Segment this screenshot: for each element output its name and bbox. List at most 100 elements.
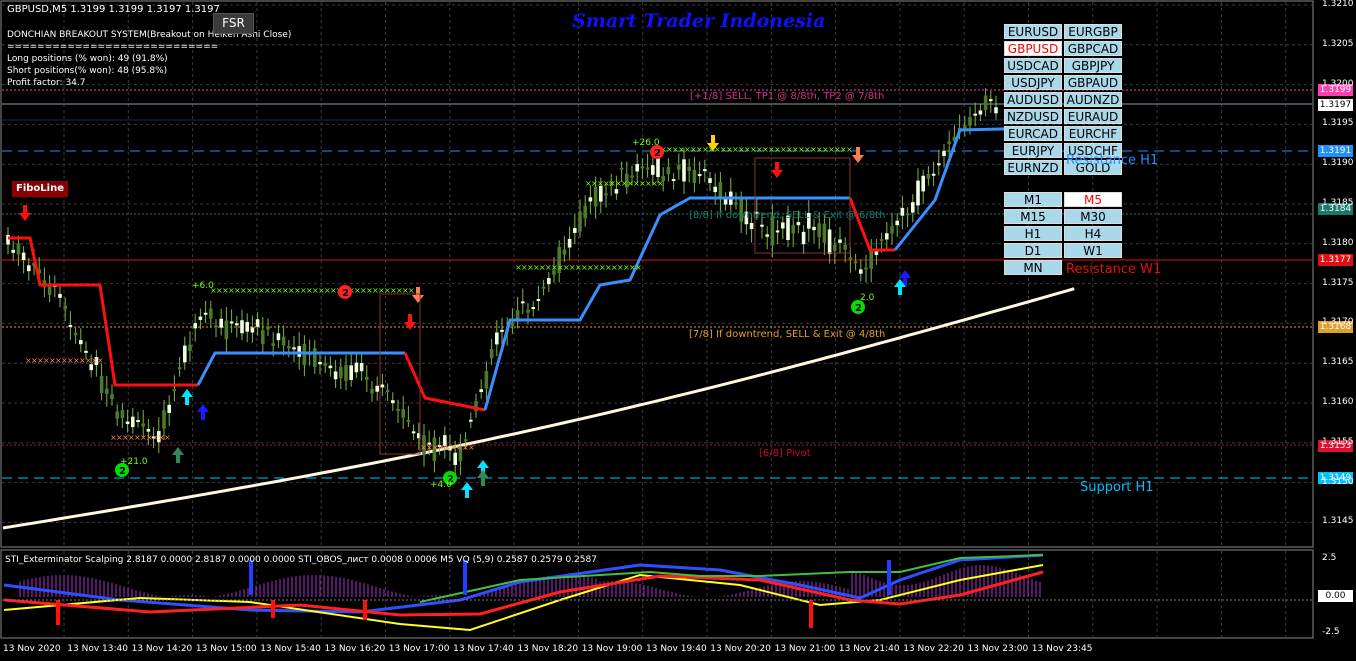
candle-body	[484, 371, 489, 389]
candle-body	[297, 346, 301, 357]
candle-body	[11, 249, 15, 253]
candle-body	[994, 107, 998, 114]
pair-button-eurjpy[interactable]: EURJPY	[1004, 143, 1062, 158]
candle-body	[853, 261, 858, 264]
candle-body	[677, 164, 681, 170]
candle-body	[895, 220, 899, 226]
candle-body	[292, 347, 296, 350]
candle-body	[287, 346, 291, 349]
timeframe-button-h4[interactable]: H4	[1064, 226, 1122, 241]
pair-button-eurgbp[interactable]: EURGBP	[1064, 24, 1122, 39]
pair-button-euraud[interactable]: EURAUD	[1064, 109, 1122, 124]
candle-body	[255, 319, 260, 327]
candle-body	[812, 226, 816, 231]
timeframe-button-h1[interactable]: H1	[1004, 226, 1062, 241]
signal-label: +4.0	[430, 480, 452, 490]
candle-body	[817, 223, 821, 238]
candle-body	[968, 117, 972, 126]
pair-button-nzdusd[interactable]: NZDUSD	[1004, 109, 1062, 124]
candle-body	[198, 316, 203, 320]
signal-bar	[809, 600, 813, 628]
pair-button-gbpusd[interactable]: GBPUSD	[1004, 41, 1062, 56]
pair-button-gbpjpy[interactable]: GBPJPY	[1064, 58, 1122, 73]
buy-arrow-icon	[461, 482, 473, 498]
candle-body	[276, 333, 281, 341]
x-axis-label: 13 Nov 2020	[3, 644, 61, 654]
candle-body	[666, 167, 671, 175]
signal-bar	[249, 560, 253, 595]
pair-button-usdcad[interactable]: USDCAD	[1004, 58, 1062, 73]
fsr-button[interactable]: FSR	[213, 13, 254, 34]
x-axis-label: 13 Nov 20:20	[710, 644, 771, 654]
pair-button-eurchf[interactable]: EURCHF	[1064, 126, 1122, 141]
candle-body	[697, 174, 702, 177]
candle-body	[84, 350, 88, 353]
candle-body	[489, 348, 494, 359]
timeframe-button-m1[interactable]: M1	[1004, 192, 1062, 207]
pair-button-eurnzd[interactable]: EURNZD	[1004, 160, 1062, 175]
downtrend-88-label: [8/8] If downtrend, SELL & Exit @ 6/8th	[689, 210, 886, 221]
candle-body	[193, 323, 197, 329]
candle-body	[775, 230, 780, 233]
donchian-up	[483, 196, 850, 411]
candle-body	[58, 293, 62, 298]
candle-body	[864, 267, 868, 270]
candle-body	[16, 243, 21, 255]
pair-button-eurcad[interactable]: EURCAD	[1004, 126, 1062, 141]
candle-body	[645, 167, 650, 170]
buy-arrow-icon	[197, 404, 209, 420]
candle-body	[495, 332, 499, 345]
candle-body	[240, 320, 244, 334]
timeframe-button-m30[interactable]: M30	[1064, 209, 1122, 224]
y-axis-label: 1.3195	[1322, 118, 1354, 129]
long-positions: Long positions (% won): 49 (91.8%)	[7, 54, 168, 64]
candle-body	[125, 421, 130, 425]
signal-bar	[271, 600, 275, 618]
pair-button-audusd[interactable]: AUDUSD	[1004, 92, 1062, 107]
candle-body	[687, 166, 691, 171]
candle-body	[385, 390, 390, 393]
signal-label: +6.0	[192, 281, 214, 291]
x-axis-label: 13 Nov 23:00	[967, 644, 1029, 654]
candle-body	[599, 185, 603, 202]
x-axis-label: 13 Nov 19:40	[646, 644, 707, 654]
signal-bar	[363, 600, 367, 620]
chart-header: GBPUSD,M5 1.3199 1.3199 1.3197 1.3197	[7, 4, 220, 15]
candle-body	[68, 324, 73, 327]
timeframe-button-m5[interactable]: M5	[1064, 192, 1122, 207]
donchian-down	[403, 352, 486, 412]
candle-body	[983, 95, 988, 111]
candle-body	[453, 452, 457, 465]
pair-button-gbpaud[interactable]: GBPAUD	[1064, 75, 1122, 90]
candle-body	[708, 178, 712, 183]
fiboline-button[interactable]: FiboLine	[12, 181, 68, 197]
x-axis-label: 13 Nov 16:20	[324, 644, 386, 654]
timeframe-button-w1[interactable]: W1	[1064, 243, 1122, 258]
candle-body	[271, 343, 275, 346]
timeframe-button-d1[interactable]: D1	[1004, 243, 1062, 258]
candle-body	[110, 394, 114, 400]
signal-marker-text: 2	[119, 466, 126, 477]
candle-body	[370, 388, 374, 394]
x-axis-label: 13 Nov 23:45	[1031, 644, 1093, 654]
candle-body	[573, 227, 577, 233]
candle-body	[21, 252, 26, 260]
candle-body	[651, 165, 655, 175]
pair-button-usdjpy[interactable]: USDJPY	[1004, 75, 1062, 90]
timeframe-button-mn[interactable]: MN	[1004, 260, 1062, 275]
timeframe-button-m15[interactable]: M15	[1004, 209, 1062, 224]
candle-body	[266, 326, 270, 330]
candle-body	[380, 384, 385, 388]
sell-arrow-icon	[404, 314, 416, 330]
candle-body	[209, 308, 213, 319]
pair-button-audnzd[interactable]: AUDNZD	[1064, 92, 1122, 107]
candle-body	[281, 336, 286, 346]
pair-button-eurusd[interactable]: EURUSD	[1004, 24, 1062, 39]
candle-body	[614, 189, 619, 194]
candle-body	[261, 330, 265, 344]
candle-body	[313, 348, 317, 367]
signal-marker-text: 2	[855, 303, 862, 314]
buy-arrow-icon	[172, 447, 184, 463]
pair-button-gbpcad[interactable]: GBPCAD	[1064, 41, 1122, 56]
candle-body	[900, 207, 905, 216]
